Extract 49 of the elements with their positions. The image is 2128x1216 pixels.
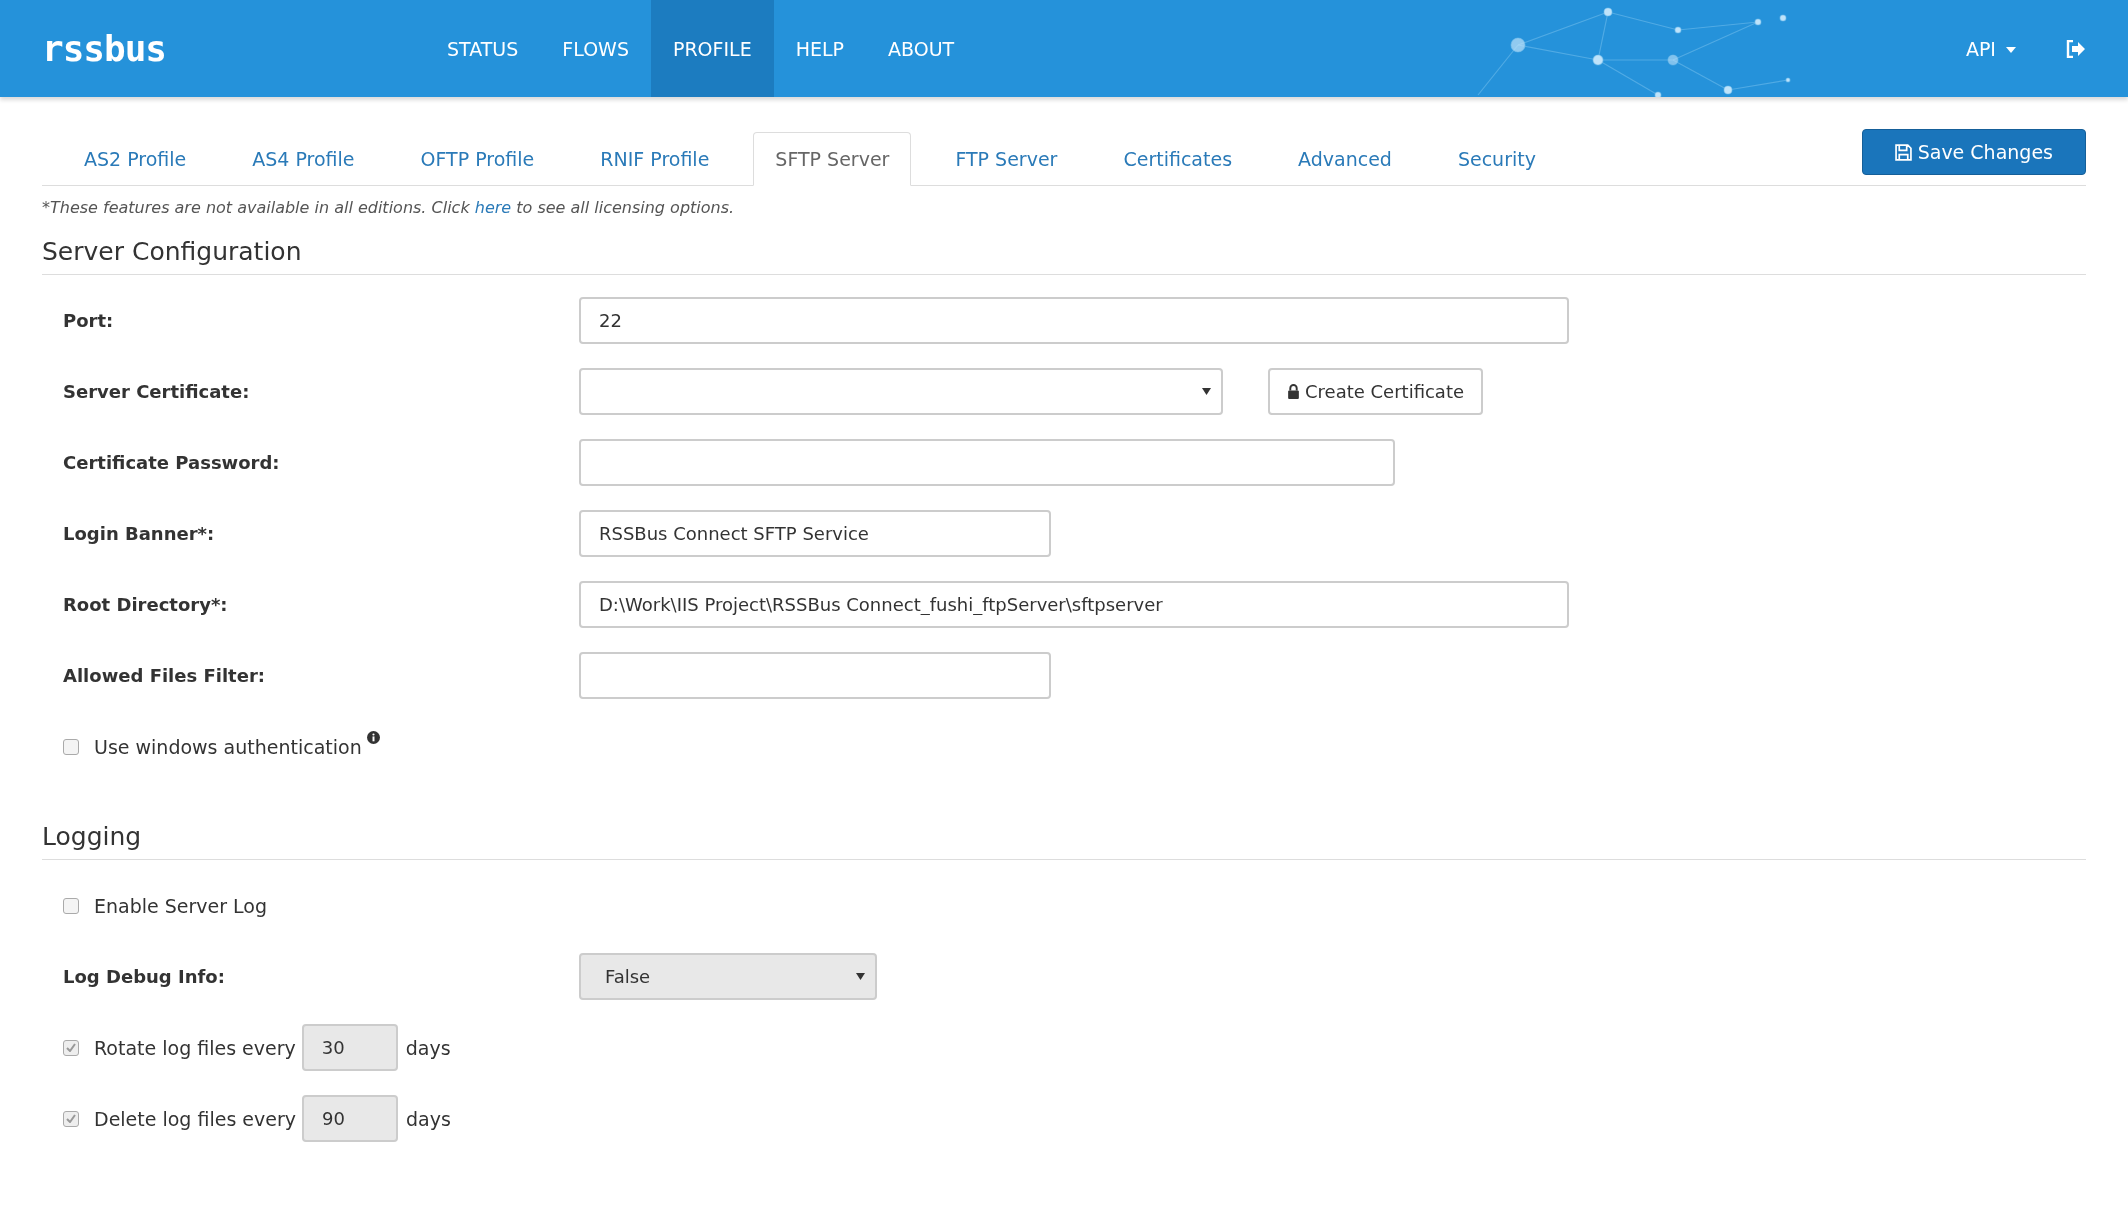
- checkbox-label: Delete log files every: [94, 1107, 297, 1130]
- tab[interactable]: RNIF Profile: [578, 132, 732, 186]
- checkbox[interactable]: [63, 897, 79, 914]
- text-field[interactable]: 22: [579, 297, 1569, 344]
- dropdown[interactable]: [579, 368, 1223, 415]
- text-field[interactable]: RSSBus Connect SFTP Service: [579, 510, 1051, 557]
- logo[interactable]: rssbus: [42, 28, 425, 69]
- text-field[interactable]: [579, 652, 1051, 699]
- field-label: Log Debug Info:: [63, 966, 226, 987]
- field-label: Server Certificate:: [63, 381, 251, 402]
- checkbox-label: Enable Server Log: [94, 894, 268, 917]
- editions-notice: *These features are not available in all editions. Click here to see all licensing options.: [42, 198, 736, 217]
- section-heading: Server Configuration: [42, 237, 2086, 275]
- section-heading: Logging: [42, 822, 2086, 860]
- nav-link[interactable]: HELP: [773, 0, 867, 97]
- unit-label: days: [405, 1036, 451, 1059]
- field-label: Allowed Files Filter:: [63, 665, 266, 686]
- nav-link[interactable]: ABOUT: [866, 0, 977, 97]
- tab[interactable]: OFTP Profile: [398, 132, 557, 186]
- text-field[interactable]: [579, 439, 1395, 486]
- field-label: Port:: [63, 310, 115, 331]
- save-button[interactable]: Save Changes: [1861, 129, 2086, 175]
- tab[interactable]: AS2 Profile: [62, 132, 209, 186]
- tab[interactable]: Advanced: [1276, 132, 1414, 186]
- create-certificate-button[interactable]: Create Certificate: [1268, 368, 1484, 415]
- nav-link[interactable]: STATUS: [425, 0, 541, 97]
- tab[interactable]: AS4 Profile: [230, 132, 377, 186]
- text-field[interactable]: D:\Work\IIS Project\RSSBus Connect_fushi_ftpServer\sftpserver: [579, 581, 1569, 628]
- logout-icon[interactable]: [2066, 39, 2086, 58]
- caret-icon: [856, 973, 865, 980]
- tab[interactable]: Certificates: [1101, 132, 1255, 186]
- unit-label: days: [406, 1107, 451, 1130]
- caret-icon: [1202, 388, 1211, 395]
- checkbox-label: Rotate log files every: [94, 1036, 296, 1059]
- field-label: Root Directory*:: [63, 594, 229, 615]
- nav-link[interactable]: FLOWS: [540, 0, 651, 97]
- save-icon: [1894, 143, 1912, 161]
- tab[interactable]: FTP Server: [933, 132, 1080, 186]
- tab[interactable]: Security: [1435, 132, 1558, 186]
- checkbox-label: Use windows authentication: [94, 735, 362, 758]
- field-label: Login Banner*:: [63, 523, 216, 544]
- nav-link[interactable]: PROFILE: [650, 0, 774, 97]
- caret-icon: [2006, 47, 2016, 53]
- tab[interactable]: SFTP Server: [753, 132, 912, 186]
- checkbox[interactable]: [63, 738, 79, 755]
- licensing-link[interactable]: here: [474, 198, 512, 217]
- padlock-icon: [1287, 384, 1300, 399]
- field-label: Certificate Password:: [63, 452, 281, 473]
- api-menu[interactable]: API: [1965, 37, 2016, 60]
